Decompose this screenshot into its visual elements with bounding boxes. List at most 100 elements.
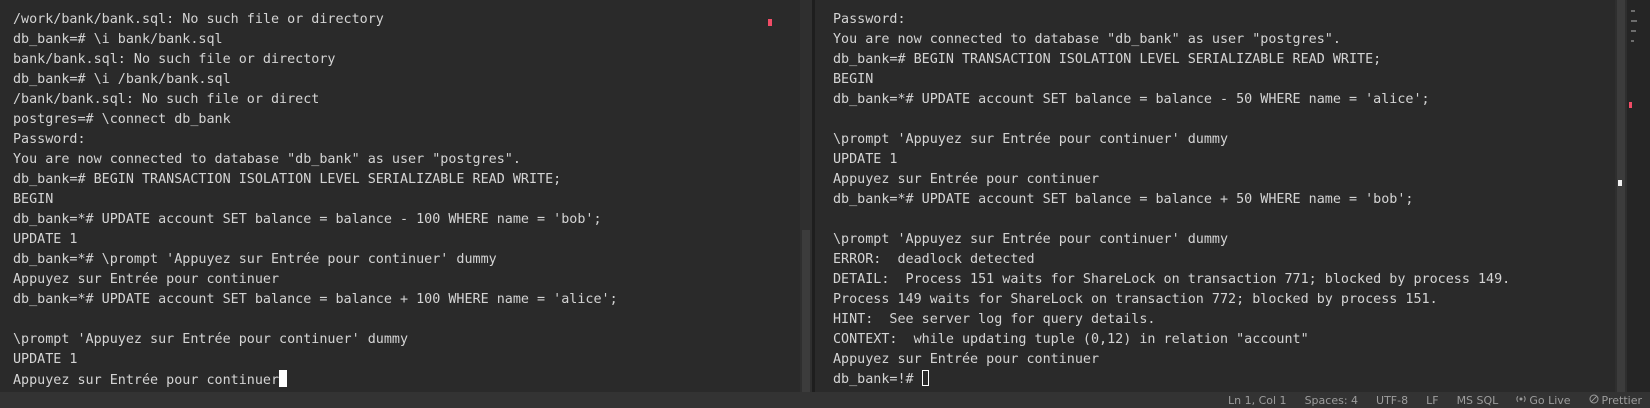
terminal-line: You are now connected to database "db_ba… <box>13 150 618 170</box>
minimap-line <box>1631 20 1637 22</box>
terminal-line-text: db_bank=# BEGIN TRANSACTION ISOLATION LE… <box>833 52 1382 67</box>
terminal-line-text: Process 149 waits for ShareLock on trans… <box>833 292 1438 307</box>
terminal-line-text: db_bank=*# UPDATE account SET balance = … <box>13 212 602 227</box>
terminal-line-text: You are now connected to database "db_ba… <box>833 32 1341 47</box>
terminal-line: db_bank=!# <box>833 370 1510 390</box>
scrollbar-thumb[interactable] <box>1617 0 1625 392</box>
terminal-line: Password: <box>13 130 618 150</box>
terminal-line-text: bank/bank.sql: No such file or directory <box>13 52 336 67</box>
terminal-right[interactable]: Password: You are now connected to databa… <box>815 0 1615 392</box>
terminal-line: bank/bank.sql: No such file or directory <box>13 50 618 70</box>
terminal-left-scrollbar[interactable] <box>800 0 812 392</box>
minimap-line <box>1631 10 1635 12</box>
terminal-line-text: Password: <box>833 12 906 27</box>
terminal-line-text: db_bank=# \i /bank/bank.sql <box>13 72 231 87</box>
terminal-line: Password: <box>833 10 1510 30</box>
terminal-line-text: db_bank=*# UPDATE account SET balance = … <box>833 92 1430 107</box>
terminal-line: ERROR: deadlock detected <box>833 250 1510 270</box>
terminal-line-text: CONTEXT: while updating tuple (0,12) in … <box>833 332 1309 347</box>
terminal-line-text: BEGIN <box>833 72 874 87</box>
status-golive-label: Go Live <box>1529 393 1571 407</box>
minimap-error-marker <box>1629 102 1632 108</box>
editor-minimap[interactable] <box>1627 0 1650 392</box>
scroll-marker-cursor <box>1618 180 1622 186</box>
terminal-line: postgres=# \connect db_bank <box>13 110 618 130</box>
terminal-line: UPDATE 1 <box>13 230 618 250</box>
scroll-marker-error <box>768 19 772 26</box>
terminal-line-text: db_bank=# \i bank/bank.sql <box>13 32 223 47</box>
terminal-line: db_bank=# BEGIN TRANSACTION ISOLATION LE… <box>833 50 1510 70</box>
terminal-line-text: HINT: See server log for query details. <box>833 312 1156 327</box>
status-bar: Ln 1, Col 1 Spaces: 4 UTF-8 LF MS SQL Go… <box>0 392 1650 408</box>
terminal-line: DETAIL: Process 151 waits for ShareLock … <box>833 270 1510 290</box>
terminal-line-text: \prompt 'Appuyez sur Entrée pour continu… <box>833 232 1229 247</box>
status-encoding[interactable]: UTF-8 <box>1376 394 1408 407</box>
terminal-line-text: Appuyez sur Entrée pour continuer <box>833 352 1100 367</box>
terminal-line: /work/bank/bank.sql: No such file or dir… <box>13 10 618 30</box>
terminal-line-text: db_bank=*# UPDATE account SET balance = … <box>13 292 618 307</box>
terminal-right-scrollbar[interactable] <box>1615 0 1627 392</box>
broadcast-icon <box>1516 394 1526 407</box>
terminal-line-text: UPDATE 1 <box>13 352 78 367</box>
terminal-line: Appuyez sur Entrée pour continuer <box>833 170 1510 190</box>
minimap-line <box>1631 40 1634 42</box>
terminal-line: Appuyez sur Entrée pour continuer <box>13 270 618 290</box>
terminal-line: BEGIN <box>833 70 1510 90</box>
terminal-line: db_bank=*# UPDATE account SET balance = … <box>13 210 618 230</box>
status-cursor-position[interactable]: Ln 1, Col 1 <box>1228 394 1287 407</box>
terminal-line-text: db_bank=*# UPDATE account SET balance = … <box>833 192 1414 207</box>
terminal-line-text: /bank/bank.sql: No such file or direct <box>13 92 320 107</box>
terminal-line-text: db_bank=*# \prompt 'Appuyez sur Entrée p… <box>13 252 497 267</box>
terminal-line-text: \prompt 'Appuyez sur Entrée pour continu… <box>833 132 1229 147</box>
prettier-check-icon <box>1589 394 1599 407</box>
status-language[interactable]: MS SQL <box>1457 394 1499 407</box>
terminal-line: db_bank=# BEGIN TRANSACTION ISOLATION LE… <box>13 170 618 190</box>
terminal-line-text: BEGIN <box>13 192 54 207</box>
terminal-line-text: You are now connected to database "db_ba… <box>13 152 521 167</box>
terminal-line-text: Appuyez sur Entrée pour continuer <box>13 373 280 388</box>
minimap-line <box>1631 30 1636 32</box>
terminal-line-text: Appuyez sur Entrée pour continuer <box>13 272 280 287</box>
terminal-line: Appuyez sur Entrée pour continuer <box>833 350 1510 370</box>
terminal-line-text: ERROR: deadlock detected <box>833 252 1035 267</box>
terminal-line: db_bank=*# UPDATE account SET balance = … <box>833 190 1510 210</box>
terminal-line: \prompt 'Appuyez sur Entrée pour continu… <box>13 330 618 350</box>
terminal-line: Process 149 waits for ShareLock on trans… <box>833 290 1510 310</box>
terminal-line: You are now connected to database "db_ba… <box>833 30 1510 50</box>
terminal-line: db_bank=*# \prompt 'Appuyez sur Entrée p… <box>13 250 618 270</box>
terminal-line: UPDATE 1 <box>833 150 1510 170</box>
terminal-line: db_bank=*# UPDATE account SET balance = … <box>13 290 618 310</box>
terminal-line: /bank/bank.sql: No such file or direct <box>13 90 618 110</box>
status-prettier-label: Prettier <box>1601 393 1642 407</box>
terminal-right-output: Password: You are now connected to databa… <box>833 10 1510 390</box>
terminal-line: CONTEXT: while updating tuple (0,12) in … <box>833 330 1510 350</box>
terminal-cursor <box>921 370 929 386</box>
terminal-line-text: /work/bank/bank.sql: No such file or dir… <box>13 12 384 27</box>
terminal-line: \prompt 'Appuyez sur Entrée pour continu… <box>833 130 1510 150</box>
terminal-cursor <box>279 370 288 387</box>
terminal-line-text: \prompt 'Appuyez sur Entrée pour continu… <box>13 332 409 347</box>
terminal-line-text: db_bank=!# <box>833 372 922 387</box>
terminal-line: db_bank=# \i bank/bank.sql <box>13 30 618 50</box>
terminal-left-output: /work/bank/bank.sql: No such file or dir… <box>13 10 618 390</box>
status-golive[interactable]: Go Live <box>1516 393 1571 407</box>
terminal-line: db_bank=*# UPDATE account SET balance = … <box>833 90 1510 110</box>
status-eol[interactable]: LF <box>1426 394 1438 407</box>
terminal-line-text: Appuyez sur Entrée pour continuer <box>833 172 1100 187</box>
terminal-line-text: UPDATE 1 <box>833 152 898 167</box>
terminal-line-text: db_bank=# BEGIN TRANSACTION ISOLATION LE… <box>13 172 562 187</box>
terminal-line-text: Password: <box>13 132 86 147</box>
terminal-left[interactable]: /work/bank/bank.sql: No such file or dir… <box>0 0 800 392</box>
terminal-line-text: postgres=# \connect db_bank <box>13 112 231 127</box>
scrollbar-thumb[interactable] <box>802 230 810 392</box>
terminal-line: db_bank=# \i /bank/bank.sql <box>13 70 618 90</box>
terminal-line: BEGIN <box>13 190 618 210</box>
terminal-line: HINT: See server log for query details. <box>833 310 1510 330</box>
status-prettier[interactable]: Prettier <box>1589 394 1642 407</box>
status-indentation[interactable]: Spaces: 4 <box>1305 394 1358 407</box>
terminal-line: UPDATE 1 <box>13 350 618 370</box>
terminal-line-text: DETAIL: Process 151 waits for ShareLock … <box>833 272 1511 287</box>
